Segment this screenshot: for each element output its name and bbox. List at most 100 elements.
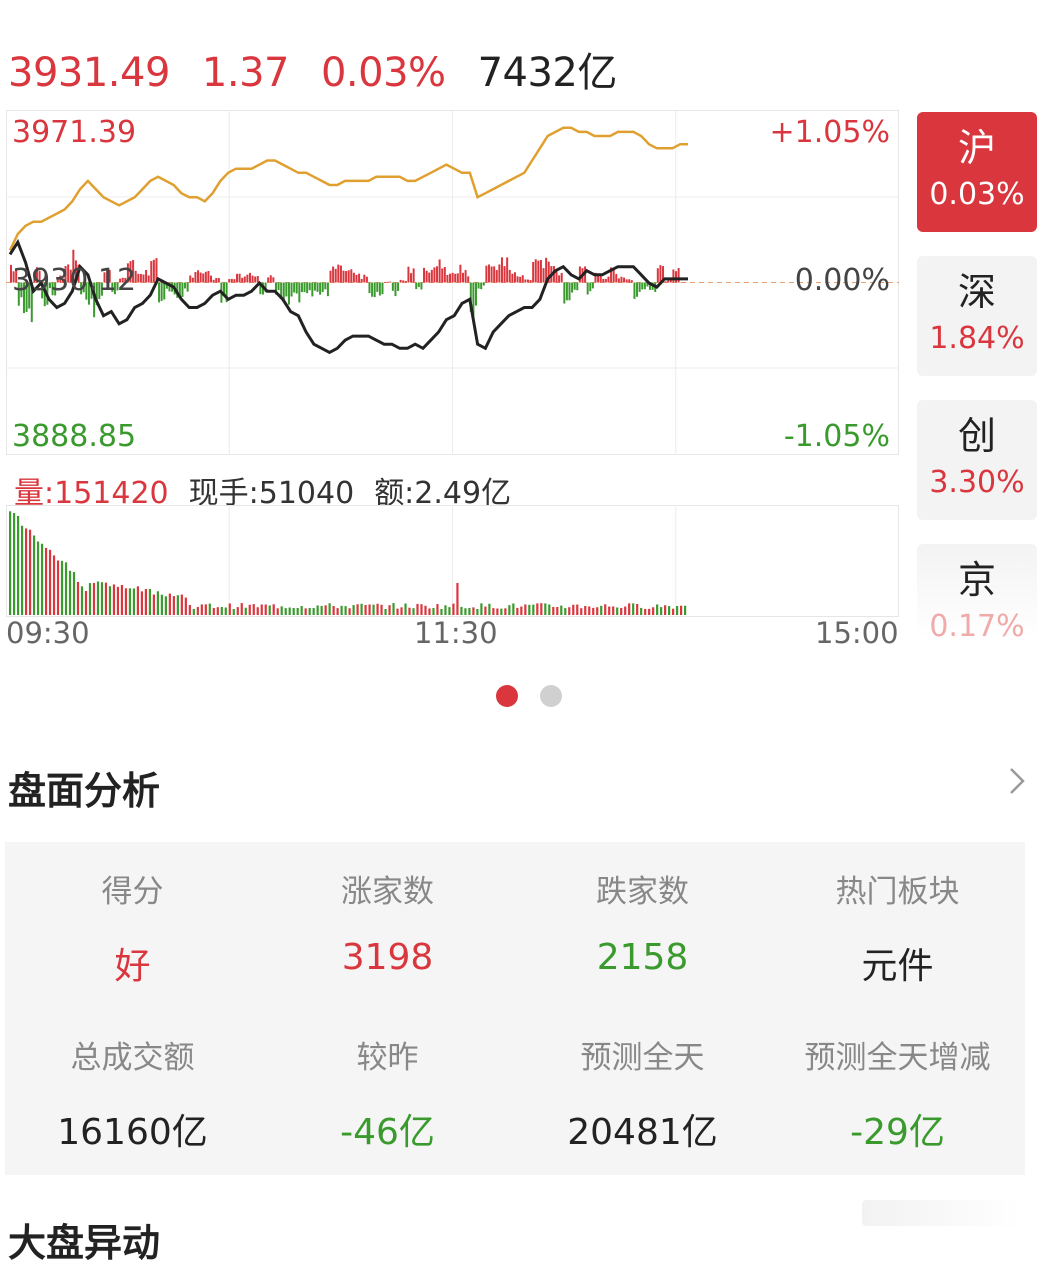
up-tick-bar bbox=[358, 274, 360, 283]
volume-bar bbox=[337, 608, 339, 615]
up-tick-bar bbox=[537, 261, 539, 283]
volume-bar bbox=[372, 605, 374, 615]
up-tick-bar bbox=[405, 281, 407, 282]
down-tick-bar bbox=[158, 283, 160, 303]
down-tick-bar bbox=[306, 283, 308, 294]
volume-bar bbox=[341, 606, 343, 615]
volume-bar bbox=[572, 605, 574, 615]
volume-bar bbox=[392, 603, 394, 615]
volume-bar bbox=[33, 535, 35, 615]
volume-bar bbox=[205, 604, 207, 615]
intraday-chart[interactable]: 3971.39 +1.05% 3930.12 0.00% 3888.85 -1.… bbox=[6, 110, 899, 455]
base-price-label: 3930.12 bbox=[12, 263, 136, 298]
volume-bar bbox=[612, 606, 614, 615]
volume-bar bbox=[540, 603, 542, 615]
up-tick-bar bbox=[675, 271, 677, 282]
volume-bar bbox=[85, 591, 87, 615]
up-tick-bar bbox=[197, 270, 199, 282]
volume-bar bbox=[484, 607, 486, 615]
volume-bar bbox=[632, 603, 634, 615]
volume-bar bbox=[101, 582, 103, 615]
volume-bar bbox=[277, 608, 279, 615]
down-tick-bar bbox=[371, 283, 373, 297]
volume-bar bbox=[468, 608, 470, 615]
volume-bar bbox=[564, 608, 566, 615]
up-tick-bar bbox=[257, 276, 259, 282]
low-price-label: 3888.85 bbox=[12, 419, 136, 454]
up-tick-bar bbox=[189, 275, 191, 282]
volume-bar bbox=[305, 608, 307, 615]
volume-bar bbox=[380, 605, 382, 615]
up-tick-bar bbox=[509, 270, 511, 283]
up-tick-bar bbox=[491, 267, 493, 283]
volume-bar bbox=[73, 572, 75, 615]
volume-bar bbox=[77, 582, 79, 615]
up-tick-bar bbox=[384, 282, 386, 283]
volume-bar bbox=[668, 606, 670, 615]
volume-bar bbox=[500, 609, 502, 615]
up-tick-bar bbox=[402, 280, 404, 282]
volume-bar bbox=[173, 596, 175, 615]
section-title: 盘面分析 bbox=[8, 760, 160, 815]
up-tick-bar bbox=[501, 257, 503, 282]
price-change-pct: 0.03% bbox=[321, 50, 446, 96]
stat-label: 预测全天 bbox=[515, 1032, 770, 1077]
volume-bar bbox=[45, 548, 47, 615]
tab-beijing[interactable]: 京 0.17% bbox=[917, 544, 1037, 639]
high-pct-label: +1.05% bbox=[770, 115, 890, 150]
time-open: 09:30 bbox=[6, 616, 90, 650]
stat-value: 2158 bbox=[515, 937, 770, 978]
volume-bar bbox=[297, 608, 299, 615]
volume-bar bbox=[157, 591, 159, 615]
up-tick-bar bbox=[366, 277, 368, 283]
up-tick-bar bbox=[431, 270, 433, 283]
up-tick-bar bbox=[192, 278, 194, 283]
up-tick-bar bbox=[452, 273, 454, 283]
volume-bar bbox=[416, 604, 418, 615]
pager-dot[interactable] bbox=[540, 685, 562, 707]
volume-bar bbox=[656, 604, 658, 615]
volume-bar bbox=[37, 542, 39, 615]
volume-bar bbox=[680, 606, 682, 615]
volume-bar bbox=[584, 606, 586, 615]
volume-bar bbox=[217, 607, 219, 615]
down-tick-bar bbox=[574, 283, 576, 290]
volume-bar bbox=[556, 607, 558, 615]
tab-chinext[interactable]: 创 3.30% bbox=[917, 400, 1037, 520]
volume-bar bbox=[189, 605, 191, 615]
volume-bar bbox=[169, 594, 171, 615]
up-tick-bar bbox=[511, 274, 513, 283]
down-tick-bar bbox=[288, 283, 290, 305]
stat-label: 热门板块 bbox=[770, 866, 1025, 911]
volume-bar bbox=[616, 607, 618, 615]
up-tick-bar bbox=[270, 275, 272, 282]
volume-bar bbox=[13, 513, 15, 615]
up-tick-bar bbox=[446, 275, 448, 283]
volume-bar bbox=[356, 604, 358, 615]
up-tick-bar bbox=[620, 277, 622, 283]
volume-bar bbox=[432, 608, 434, 615]
volume-bar bbox=[408, 608, 410, 615]
up-tick-bar bbox=[207, 271, 209, 282]
up-tick-bar bbox=[527, 280, 529, 283]
volume-bar bbox=[396, 609, 398, 615]
volume-bar bbox=[281, 606, 283, 615]
chart-lines bbox=[10, 128, 688, 353]
down-tick-bar bbox=[374, 283, 376, 298]
down-tick-bar bbox=[571, 283, 573, 293]
up-tick-bar bbox=[607, 277, 609, 283]
up-tick-bar bbox=[506, 257, 508, 282]
volume-bar bbox=[345, 606, 347, 615]
volume-bar bbox=[293, 608, 295, 615]
turnover: 7432亿 bbox=[478, 40, 617, 98]
base-pct-label: 0.00% bbox=[795, 263, 890, 298]
tab-shanghai[interactable]: 沪 0.03% bbox=[917, 112, 1037, 232]
tab-shenzhen[interactable]: 深 1.84% bbox=[917, 256, 1037, 376]
chevron-right-icon[interactable] bbox=[1002, 766, 1032, 796]
volume-bar bbox=[560, 606, 562, 615]
volume-bar bbox=[624, 607, 626, 615]
index-tabs: 沪 0.03% 深 1.84% 创 3.30% 京 0.17% bbox=[917, 112, 1037, 663]
volume-bar bbox=[672, 609, 674, 615]
pager-dot-active[interactable] bbox=[496, 685, 518, 707]
up-tick-bar bbox=[407, 267, 409, 283]
